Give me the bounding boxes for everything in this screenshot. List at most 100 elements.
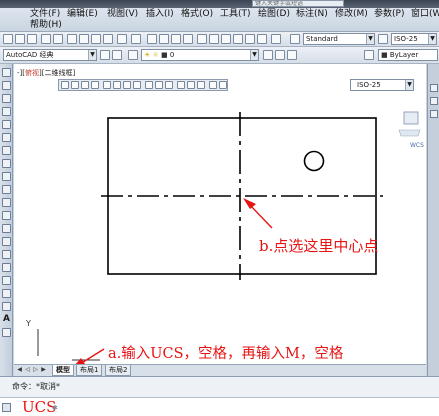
layer-states-icon[interactable] bbox=[287, 50, 297, 60]
text-style-select[interactable]: Standard ▼ bbox=[303, 33, 375, 45]
ellipse-icon[interactable] bbox=[2, 185, 11, 194]
pointer-arrow-head bbox=[243, 198, 256, 209]
menu-view[interactable]: 视图(V) bbox=[107, 9, 138, 20]
zoom-realtime-icon[interactable] bbox=[159, 34, 169, 44]
arc-icon[interactable] bbox=[2, 133, 11, 142]
ucs-y-label: Y bbox=[25, 319, 31, 328]
command-options-icon: ✱ bbox=[52, 404, 58, 412]
menu-format[interactable]: 格式(O) bbox=[181, 9, 213, 20]
zoom-previous-icon[interactable] bbox=[183, 34, 193, 44]
first-tab-icon[interactable]: ◀ bbox=[16, 366, 23, 374]
zoom-window-icon[interactable] bbox=[171, 34, 181, 44]
drawing-canvas[interactable]: -][俯视][二维线框] ISO-25 ▼ WCS Y b.点选这里中心点 a.… bbox=[14, 64, 426, 364]
pan-icon[interactable] bbox=[147, 34, 157, 44]
gear-icon[interactable] bbox=[112, 50, 122, 60]
command-menu-icon[interactable] bbox=[2, 403, 11, 412]
properties-icon[interactable] bbox=[197, 34, 207, 44]
menu-tools[interactable]: 工具(T) bbox=[220, 9, 251, 20]
mirror-icon[interactable] bbox=[430, 110, 438, 118]
last-tab-icon[interactable]: ▶ bbox=[40, 366, 47, 374]
tool-palette-icon[interactable] bbox=[221, 34, 231, 44]
sheet-set-icon[interactable] bbox=[233, 34, 243, 44]
construction-line-icon[interactable] bbox=[2, 81, 11, 90]
rectangle-icon[interactable] bbox=[2, 120, 11, 129]
save-icon[interactable] bbox=[27, 34, 37, 44]
region-icon[interactable] bbox=[2, 276, 11, 285]
multiline-text-icon[interactable]: A bbox=[2, 315, 11, 324]
tab-model[interactable]: 模型 bbox=[52, 365, 74, 376]
workspace-settings-icon[interactable] bbox=[100, 50, 110, 60]
menu-modify[interactable]: 修改(M) bbox=[335, 9, 368, 20]
layer-previous-icon[interactable] bbox=[275, 50, 285, 60]
help-search-input[interactable]: 键入关键字或短语 bbox=[252, 0, 344, 7]
annotation-a: a.输入UCS，空格，再输入M，空格 bbox=[108, 346, 344, 362]
layer-value: 0 bbox=[169, 51, 175, 59]
chevron-down-icon: ▼ bbox=[366, 34, 374, 44]
spline-icon[interactable] bbox=[2, 172, 11, 181]
layer-manager-icon[interactable] bbox=[128, 50, 138, 60]
undo-icon[interactable] bbox=[117, 34, 127, 44]
match-properties-icon[interactable] bbox=[103, 34, 113, 44]
prev-tab-icon[interactable]: ◁ bbox=[24, 366, 31, 374]
new-file-icon[interactable] bbox=[3, 34, 13, 44]
cut-icon[interactable] bbox=[67, 34, 77, 44]
redo-icon[interactable] bbox=[131, 34, 141, 44]
next-tab-icon[interactable]: ▷ bbox=[32, 366, 39, 374]
copy-icon[interactable] bbox=[79, 34, 89, 44]
circle-icon[interactable] bbox=[2, 146, 11, 155]
tab-layout2[interactable]: 布局2 bbox=[105, 365, 132, 376]
menu-dimension[interactable]: 标注(N) bbox=[296, 9, 328, 20]
point-icon[interactable] bbox=[2, 237, 11, 246]
ellipse-arc-icon[interactable] bbox=[2, 198, 11, 207]
design-center-icon[interactable] bbox=[209, 34, 219, 44]
print-icon[interactable] bbox=[41, 34, 51, 44]
menu-insert[interactable]: 插入(I) bbox=[146, 9, 174, 20]
dim-style-icon[interactable] bbox=[378, 34, 388, 44]
layers-toolbar: AutoCAD 经典 ▼ ☀ ☼ ■ 0 ▼ ■ ByLayer bbox=[0, 47, 439, 64]
table-icon[interactable] bbox=[2, 289, 11, 298]
hatch-icon[interactable] bbox=[2, 250, 11, 259]
menu-edit[interactable]: 编辑(E) bbox=[67, 9, 98, 20]
chevron-down-icon: ▼ bbox=[428, 34, 436, 44]
menu-file[interactable]: 文件(F) bbox=[30, 9, 60, 20]
text-style-icon[interactable] bbox=[290, 34, 300, 44]
color-icon[interactable] bbox=[364, 50, 374, 60]
markup-icon[interactable] bbox=[245, 34, 255, 44]
paste-icon[interactable] bbox=[91, 34, 101, 44]
command-input-row[interactable]: UCS ✱ bbox=[0, 397, 439, 416]
make-current-layer-icon[interactable] bbox=[263, 50, 273, 60]
chevron-down-icon: ▼ bbox=[250, 50, 258, 60]
part-drawing[interactable]: Y bbox=[14, 64, 426, 364]
arrow-to-command-shaft bbox=[79, 348, 105, 364]
insert-block-icon[interactable] bbox=[2, 211, 11, 220]
hole-circle bbox=[303, 150, 325, 172]
dim-style-select[interactable]: ISO-25 ▼ bbox=[391, 33, 437, 45]
menu-parameter[interactable]: 参数(P) bbox=[374, 9, 404, 20]
tab-layout1[interactable]: 布局1 bbox=[76, 365, 103, 376]
linetype-select[interactable]: ■ ByLayer bbox=[378, 49, 438, 61]
add-selected-icon[interactable] bbox=[2, 328, 11, 337]
square-color-icon: ■ bbox=[161, 51, 168, 59]
erase-icon[interactable] bbox=[430, 84, 438, 92]
workspace-select[interactable]: AutoCAD 经典 ▼ bbox=[3, 49, 97, 61]
gradient-icon[interactable] bbox=[2, 263, 11, 272]
polygon-icon[interactable] bbox=[2, 107, 11, 116]
layer-select[interactable]: ☀ ☼ ■ 0 ▼ bbox=[141, 49, 259, 61]
grid-icon[interactable] bbox=[2, 302, 11, 311]
menu-window[interactable]: 窗口(W) bbox=[411, 9, 439, 20]
open-file-icon[interactable] bbox=[15, 34, 25, 44]
title-bar: 键入关键字或短语 bbox=[0, 0, 439, 8]
command-line: 命令：*取消* UCS ✱ bbox=[0, 376, 439, 416]
copy-object-icon[interactable] bbox=[430, 97, 438, 105]
quickcalc-icon[interactable] bbox=[257, 34, 267, 44]
revcloud-icon[interactable] bbox=[2, 159, 11, 168]
menu-help[interactable]: 帮助(H) bbox=[30, 20, 62, 31]
command-history: 命令：*取消* bbox=[12, 382, 60, 391]
line-icon[interactable] bbox=[2, 68, 11, 77]
preview-icon[interactable] bbox=[53, 34, 63, 44]
square-color-icon: ■ bbox=[381, 51, 388, 59]
help-icon[interactable] bbox=[271, 34, 281, 44]
make-block-icon[interactable] bbox=[2, 224, 11, 233]
menu-draw[interactable]: 绘图(D) bbox=[258, 9, 290, 20]
polyline-icon[interactable] bbox=[2, 94, 11, 103]
